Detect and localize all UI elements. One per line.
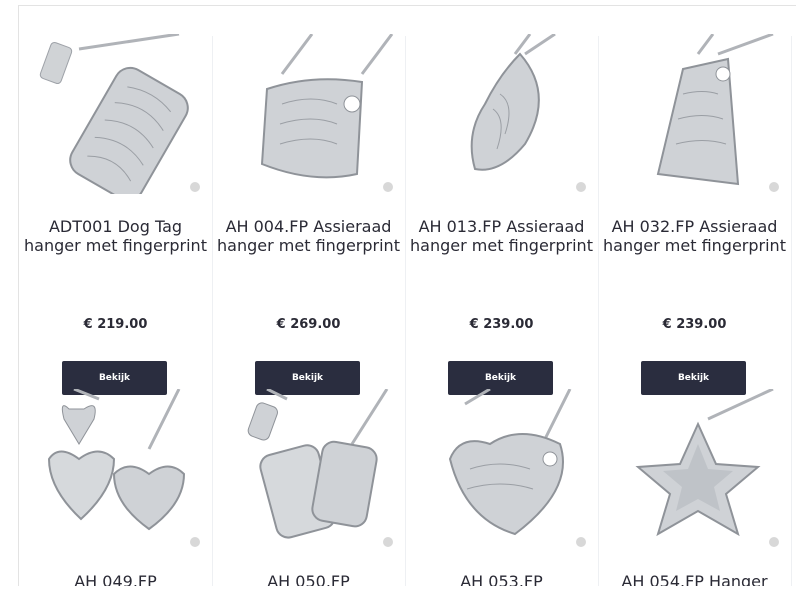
product-title[interactable]: AH 049.FP bbox=[19, 572, 212, 586]
product-image[interactable] bbox=[212, 33, 405, 194]
product-image[interactable] bbox=[598, 387, 791, 549]
image-indicator-dot bbox=[769, 182, 779, 192]
product-image[interactable] bbox=[598, 32, 791, 194]
product-title[interactable]: AH 053.FP bbox=[405, 572, 598, 586]
product-image[interactable] bbox=[19, 32, 212, 202]
image-indicator-dot bbox=[576, 182, 586, 192]
product-price: € 239.00 bbox=[662, 317, 727, 332]
rect-locket-icon bbox=[247, 387, 389, 539]
heart-pendant-icon bbox=[448, 387, 572, 536]
product-title[interactable]: AH 004.FP Assieraad hanger met fingerpri… bbox=[212, 217, 405, 255]
star-pendant-icon bbox=[635, 387, 774, 537]
curved-pendant-icon bbox=[260, 33, 394, 179]
product-image[interactable] bbox=[212, 387, 405, 549]
product-title[interactable]: AH 054.FP Hanger bbox=[598, 572, 791, 586]
image-indicator-dot bbox=[576, 537, 586, 547]
product-title[interactable]: AH 013.FP Assieraad hanger met fingerpri… bbox=[405, 217, 598, 255]
product-image[interactable] bbox=[405, 387, 598, 549]
product-title[interactable]: AH 050.FP bbox=[212, 572, 405, 586]
dogtag-pendant-icon bbox=[39, 32, 189, 202]
product-price: € 269.00 bbox=[276, 317, 341, 332]
product-price: € 239.00 bbox=[469, 317, 534, 332]
product-price: € 219.00 bbox=[83, 317, 148, 332]
image-indicator-dot bbox=[190, 537, 200, 547]
column-divider bbox=[791, 36, 792, 586]
image-indicator-dot bbox=[383, 182, 393, 192]
bar-pendant-icon bbox=[656, 32, 774, 186]
product-image[interactable] bbox=[405, 32, 598, 194]
product-title[interactable]: AH 032.FP Assieraad hanger met fingerpri… bbox=[598, 217, 791, 255]
image-indicator-dot bbox=[190, 182, 200, 192]
product-grid-frame: ADT001 Dog Tag hanger met fingerprint € … bbox=[18, 5, 796, 586]
product-title[interactable]: ADT001 Dog Tag hanger met fingerprint bbox=[19, 217, 212, 255]
image-indicator-dot bbox=[383, 537, 393, 547]
product-image[interactable] bbox=[19, 387, 212, 549]
heart-locket-icon bbox=[47, 387, 186, 531]
image-indicator-dot bbox=[769, 537, 779, 547]
drop-pendant-icon bbox=[470, 32, 556, 171]
